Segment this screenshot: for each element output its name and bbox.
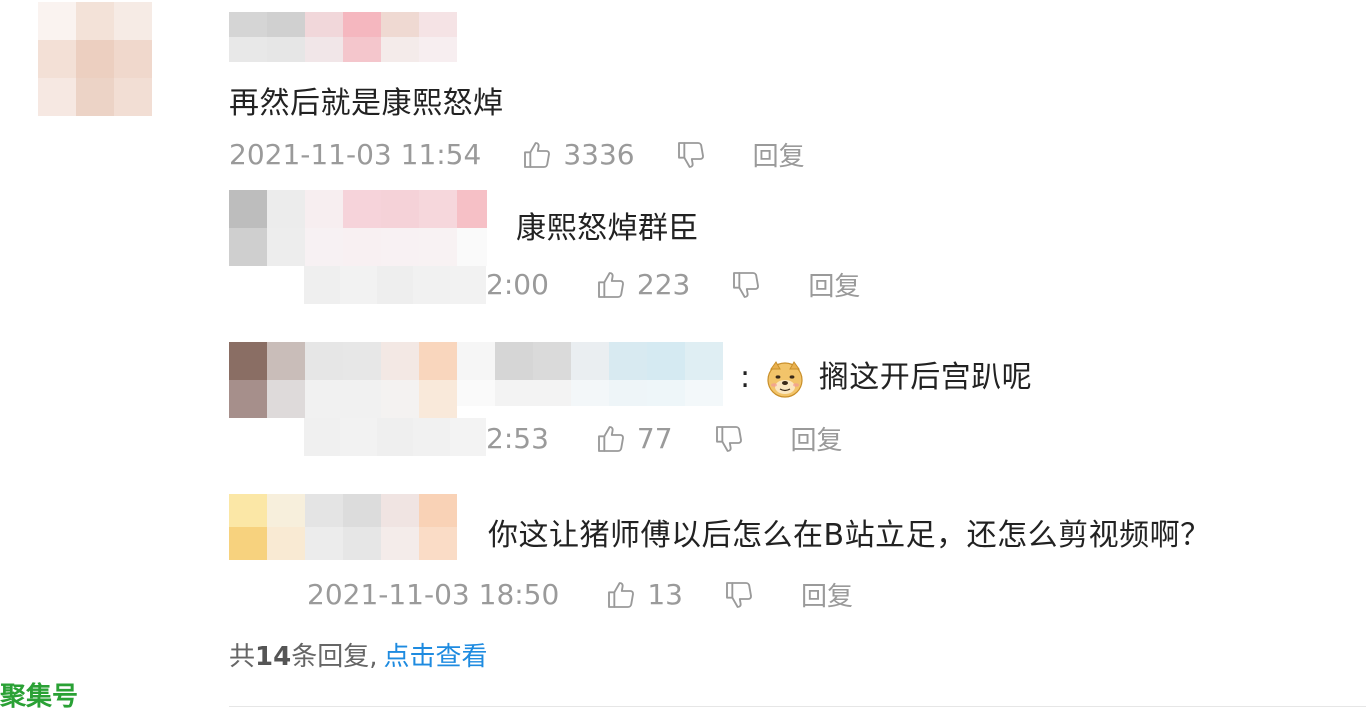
thumbs-up-icon: [608, 581, 635, 608]
reply-timestamp: 2:53: [486, 422, 549, 455]
comment-timestamp: 2021-11-03 11:54: [229, 138, 482, 171]
dislike-button[interactable]: [723, 579, 755, 611]
reply-time-blurred: [304, 418, 486, 456]
thumbs-down-icon: [715, 425, 742, 452]
reply-button[interactable]: 回复: [753, 136, 805, 173]
like-count: 77: [636, 422, 673, 455]
reply-text-line: : 搁这开后宫趴呢: [740, 352, 1032, 399]
reply-summary-suffix: 条回复,: [291, 642, 378, 672]
like-button[interactable]: 223: [595, 268, 690, 301]
like-button[interactable]: 77: [595, 422, 673, 455]
avatar[interactable]: [38, 2, 152, 116]
reply-meta: 2:00 223 回复: [486, 266, 860, 303]
reply-username-blurred-2[interactable]: [457, 342, 723, 406]
like-count: 223: [636, 268, 691, 301]
reply-timestamp: 2:00: [486, 268, 549, 301]
like-button[interactable]: 3336: [521, 138, 635, 171]
thumbs-up-icon: [597, 425, 624, 452]
reply-avatar-username-blurred[interactable]: [229, 190, 487, 266]
reply-meta: 2:53 77 回复: [486, 420, 843, 457]
thumbs-down-icon: [726, 581, 752, 608]
dislike-button[interactable]: [675, 139, 707, 171]
reply-time-blurred: [304, 266, 486, 304]
like-count: 13: [647, 578, 683, 611]
reply-button[interactable]: 回复: [808, 266, 860, 303]
reply-button[interactable]: 回复: [801, 576, 853, 613]
like-count: 3336: [563, 138, 635, 171]
comment-text: 再然后就是康熙怒焯: [229, 86, 504, 121]
divider: [229, 706, 1366, 707]
thumbs-down-icon: [733, 271, 760, 298]
thumbs-up-icon: [524, 141, 551, 168]
reply-summary-prefix: 共: [229, 642, 256, 672]
reply-text: 康熙怒焯群臣: [516, 211, 699, 246]
reply-text: 搁这开后宫趴呢: [818, 360, 1033, 395]
reply-avatar-username-blurred[interactable]: [229, 342, 457, 418]
reply-summary: 共14条回复, 点击查看: [229, 636, 487, 673]
reply-avatar-username-blurred[interactable]: [229, 494, 457, 560]
comment-thread: 再然后就是康熙怒焯 2021-11-03 11:54 3336 回复 康熙怒焯群…: [0, 0, 1366, 720]
reply-text: 你这让猪师傅以后怎么在B站立足，还怎么剪视频啊？: [488, 518, 1211, 553]
watermark: 聚集号: [0, 682, 79, 712]
dislike-button[interactable]: [713, 423, 745, 455]
dislike-button[interactable]: [730, 269, 762, 301]
comment-meta: 2021-11-03 11:54 3336 回复: [229, 136, 805, 173]
reply-count: 14: [255, 642, 292, 672]
reply-button[interactable]: 回复: [791, 420, 843, 457]
reply-prefix: :: [740, 360, 751, 395]
thumbs-up-icon: [597, 271, 624, 298]
username-blurred[interactable]: [229, 12, 457, 62]
like-button[interactable]: 13: [605, 578, 683, 611]
thumbs-down-icon: [677, 141, 704, 168]
view-all-replies-link[interactable]: 点击查看: [383, 642, 487, 672]
reply-meta: 2021-11-03 18:50 13 回复: [307, 576, 853, 613]
reply-timestamp: 2021-11-03 18:50: [307, 578, 560, 611]
doge-emoji: [767, 360, 803, 398]
